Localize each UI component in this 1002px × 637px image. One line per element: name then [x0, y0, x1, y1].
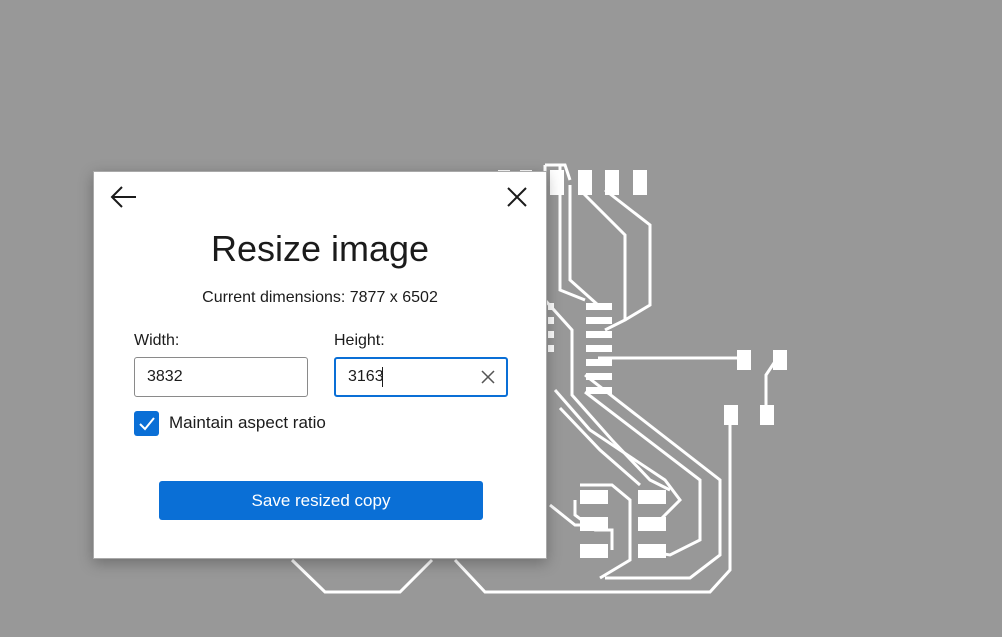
width-input[interactable] — [135, 368, 267, 386]
resize-image-dialog: Resize image Current dimensions: 7877 x … — [93, 171, 547, 559]
text-caret — [382, 367, 383, 387]
height-input[interactable] — [336, 368, 386, 386]
save-resized-copy-button[interactable]: Save resized copy — [159, 481, 483, 520]
checkmark-icon — [138, 416, 155, 430]
close-icon — [507, 187, 527, 207]
current-dimensions: Current dimensions: 7877 x 6502 — [202, 289, 438, 306]
height-label: Height: — [334, 332, 385, 349]
aspect-ratio-label[interactable]: Maintain aspect ratio — [169, 413, 326, 433]
height-input-box[interactable] — [334, 357, 508, 397]
width-input-box[interactable] — [134, 357, 308, 397]
back-button[interactable] — [107, 180, 141, 214]
clear-icon — [481, 370, 495, 384]
aspect-ratio-checkbox[interactable] — [134, 411, 159, 436]
clear-height-button[interactable] — [478, 367, 498, 387]
dialog-title: Resize image — [210, 228, 430, 269]
arrow-left-icon — [110, 186, 136, 208]
close-button[interactable] — [500, 180, 534, 214]
width-label: Width: — [134, 332, 180, 349]
